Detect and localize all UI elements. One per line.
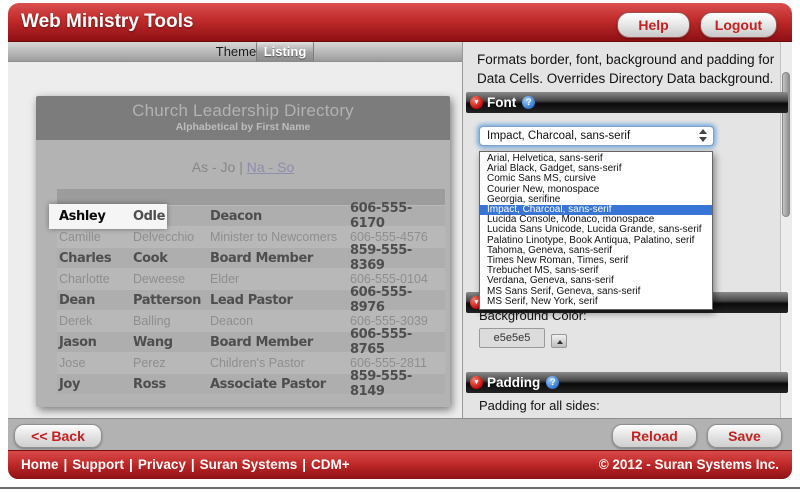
font-select-stepper-icon	[699, 129, 708, 142]
pagination-link[interactable]: Na - So	[247, 159, 294, 175]
cell-position: Minister to Newcomers	[210, 230, 350, 244]
directory-title: Church Leadership Directory	[36, 96, 450, 121]
footer-link-separator: |	[191, 457, 195, 472]
cell-phone: 859-555-8369	[350, 243, 445, 273]
footer-link[interactable]: Privacy	[138, 457, 186, 472]
cell-first-name: Jason	[57, 335, 133, 350]
table-row[interactable]: CharlesCookBoard Member859-555-8369	[57, 247, 445, 268]
padding-section-bar: ▼ Padding ?	[466, 372, 788, 393]
padding-section-title: Padding	[487, 375, 540, 390]
directory-preview-header: Church Leadership Directory Alphabetical…	[36, 96, 450, 140]
cell-position: Associate Pastor	[210, 377, 350, 392]
background-color-input[interactable]	[479, 328, 545, 348]
settings-description-line1: Formats border, font, background and pad…	[477, 50, 777, 69]
help-button[interactable]: Help	[617, 12, 690, 38]
footer-link[interactable]: Support	[72, 457, 124, 472]
table-row[interactable]: AshleyOdleDeacon606-555-6170	[57, 205, 445, 226]
font-option[interactable]: MS Serif, New York, serif	[480, 297, 712, 307]
save-button[interactable]: Save	[707, 424, 782, 448]
cell-phone: 606-555-3039	[350, 314, 445, 328]
padding-help-icon[interactable]: ?	[546, 376, 559, 389]
cell-first-name: Joy	[57, 377, 133, 392]
cell-position: Deacon	[210, 209, 350, 224]
settings-description: Formats border, font, background and pad…	[477, 50, 777, 88]
cell-last-name: Odle	[133, 209, 210, 224]
directory-subtitle: Alphabetical by First Name	[36, 121, 450, 133]
cell-phone: 606-555-4576	[350, 230, 445, 244]
cell-phone: 606-555-2811	[350, 356, 445, 370]
footer-link[interactable]: Suran Systems	[200, 457, 298, 472]
directory-table-rows: AshleyOdleDeacon606-555-6170 CamilleDelve…	[57, 205, 445, 394]
footer-link[interactable]: CDM+	[311, 457, 350, 472]
footer-link-separator: |	[64, 457, 68, 472]
app-window: Web Ministry Tools Help Logout Theme Lis…	[8, 3, 792, 479]
directory-pagination: As - Jo | Na - So	[36, 140, 450, 175]
cell-last-name: Delvecchio	[133, 230, 210, 244]
settings-panel: Formats border, font, background and pad…	[462, 42, 792, 418]
pagination-separator: |	[239, 159, 243, 175]
settings-description-line2: Data Cells. Overrides Directory Data bac…	[477, 69, 777, 88]
cell-first-name: Ashley	[57, 208, 133, 225]
cell-last-name: Perez	[133, 356, 210, 370]
padding-all-sides-label: Padding for all sides:	[479, 398, 600, 413]
table-row[interactable]: JasonWangBoard Member606-555-8765	[57, 331, 445, 352]
cell-last-name: Cook	[133, 251, 210, 266]
cell-first-name: Dean	[57, 293, 133, 308]
footer-link-separator: |	[129, 457, 133, 472]
action-bar: << Back Reload Save	[8, 418, 792, 450]
back-button[interactable]: << Back	[14, 424, 102, 448]
color-picker-button[interactable]	[551, 334, 567, 348]
app-title: Web Ministry Tools	[21, 3, 193, 41]
cell-position: Deacon	[210, 314, 350, 328]
directory-preview-panel[interactable]: Church Leadership Directory Alphabetical…	[36, 96, 450, 407]
padding-collapse-icon[interactable]: ▼	[470, 376, 483, 389]
logout-button[interactable]: Logout	[700, 12, 777, 38]
cell-first-name: Derek	[57, 314, 133, 328]
cell-position: Elder	[210, 272, 350, 286]
directory-preview-body: As - Jo | Na - So AshleyOdleDeacon606-55…	[36, 140, 450, 407]
cell-first-name: Camille	[57, 230, 133, 244]
copyright-text: © 2012 - Suran Systems Inc.	[599, 451, 779, 479]
directory-table[interactable]: AshleyOdleDeacon606-555-6170CamilleDelve…	[57, 189, 445, 394]
table-row[interactable]: JoyRossAssociate Pastor859-555-8149	[57, 373, 445, 394]
font-section-bar: ▼ Font ?	[466, 92, 788, 113]
tab-listing[interactable]: Listing	[256, 42, 314, 62]
table-row[interactable]: DeanPattersonLead Pastor606-555-8976	[57, 289, 445, 310]
cell-first-name: Charlotte	[57, 272, 133, 286]
footer-link-separator: |	[302, 457, 306, 472]
cell-position: Board Member	[210, 335, 350, 350]
footer-link[interactable]: Home	[21, 457, 59, 472]
cell-phone: 606-555-8976	[350, 285, 445, 315]
cell-position: Lead Pastor	[210, 293, 350, 308]
page: Web Ministry Tools Help Logout Theme Lis…	[0, 0, 800, 492]
pagination-current-range: As - Jo	[192, 159, 236, 175]
cell-first-name: Charles	[57, 251, 133, 266]
font-collapse-icon[interactable]: ▼	[470, 96, 483, 109]
cell-last-name: Deweese	[133, 272, 210, 286]
cell-phone: 859-555-8149	[350, 369, 445, 399]
preview-workspace: Church Leadership Directory Alphabetical…	[8, 62, 462, 418]
cell-phone: 606-555-6170	[350, 201, 445, 231]
tab-bar: Theme Listing	[8, 42, 462, 62]
font-dropdown-list: Arial, Helvetica, sans-serifArial Black,…	[479, 151, 713, 310]
cell-phone: 606-555-0104	[350, 272, 445, 286]
cell-last-name: Ross	[133, 377, 210, 392]
footer-links: Home | Support | Privacy | Suran Systems | CDM+	[21, 451, 350, 479]
font-section-title: Font	[487, 95, 516, 110]
font-help-icon[interactable]: ?	[522, 96, 535, 109]
font-select[interactable]: Impact, Charcoal, sans-serif	[479, 126, 714, 146]
cell-last-name: Wang	[133, 335, 210, 350]
cell-first-name: Jose	[57, 356, 133, 370]
cell-phone: 606-555-8765	[350, 327, 445, 357]
reload-button[interactable]: Reload	[612, 424, 697, 448]
cell-position: Children's Pastor	[210, 356, 350, 370]
site-footer: Home|Support|Privacy|Suran Systems|CDM+ …	[8, 450, 792, 479]
cell-last-name: Patterson	[133, 293, 210, 308]
cell-last-name: Balling	[133, 314, 210, 328]
screen-bottom-edge	[0, 487, 800, 489]
app-header: Web Ministry Tools Help Logout	[8, 3, 792, 42]
cell-position: Board Member	[210, 251, 350, 266]
